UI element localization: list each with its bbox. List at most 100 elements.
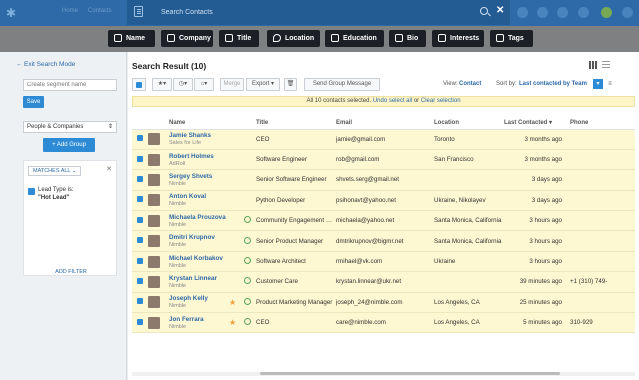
chip-education[interactable]: Education [325, 30, 384, 47]
contact-company[interactable]: Nimble [169, 324, 229, 330]
reminder-cell[interactable] [244, 230, 256, 252]
clock-icon[interactable] [244, 297, 251, 305]
avatar[interactable] [148, 235, 160, 248]
contact-name-link[interactable]: Jon Ferrara [169, 316, 229, 323]
contact-name-link[interactable]: Robert Holmes [169, 153, 229, 160]
sort-select[interactable]: Last contacted by Team [519, 81, 587, 87]
row-checkbox[interactable] [137, 298, 143, 305]
clock-icon[interactable] [244, 236, 251, 244]
entity-type-select[interactable]: People & Companies ⇕ [23, 121, 117, 133]
avatar[interactable] [148, 133, 160, 146]
avatar[interactable] [148, 214, 160, 227]
contact-name-link[interactable]: Sergey Shvets [169, 173, 229, 180]
chip-company[interactable]: Company [161, 30, 213, 47]
add-filter-link[interactable]: ADD FILTER [24, 269, 118, 275]
contact-company[interactable]: Nimble [169, 242, 229, 248]
user-avatar[interactable] [601, 7, 612, 18]
select-all-checkbox[interactable] [132, 78, 146, 91]
email-cell[interactable]: rmihael@vk.com [336, 251, 434, 273]
chip-tags[interactable]: Tags [490, 30, 533, 47]
email-cell[interactable]: care@nimble.com [336, 312, 434, 334]
reminder-dropdown[interactable]: ◷▾ [173, 78, 193, 91]
phone-cell[interactable] [570, 169, 635, 191]
column-last-contacted[interactable]: Last Contacted ▾ [504, 117, 570, 130]
star-cell[interactable] [229, 129, 244, 150]
table-row[interactable]: Jamie Shanks Sales for Life CEO jamie@gmail… [132, 129, 635, 150]
row-checkbox-cell[interactable] [132, 149, 148, 171]
phone-cell[interactable] [570, 210, 635, 232]
table-row[interactable]: Robert Holmes AdRoll Software Engineer rob@… [132, 149, 635, 171]
contact-name-link[interactable]: Anton Koval [169, 193, 229, 200]
email-cell[interactable]: jamie@gmail.com [336, 129, 434, 150]
phone-cell[interactable] [570, 230, 635, 252]
star-cell[interactable]: ★ [229, 292, 244, 314]
star-cell[interactable] [229, 210, 244, 232]
contact-company[interactable]: Nimble [169, 263, 229, 269]
row-checkbox-cell[interactable] [132, 312, 148, 334]
star-cell[interactable]: ★ [229, 312, 244, 334]
horizontal-scrollbar[interactable] [132, 372, 635, 376]
reminder-cell[interactable] [244, 149, 256, 171]
row-checkbox[interactable] [137, 318, 143, 325]
row-checkbox-cell[interactable] [132, 251, 148, 273]
close-search-icon[interactable]: ✕ [496, 5, 504, 16]
merge-button[interactable]: Merge [220, 78, 244, 91]
row-checkbox[interactable] [137, 196, 143, 203]
avatar[interactable] [148, 316, 160, 329]
star-cell[interactable] [229, 190, 244, 212]
table-row[interactable]: Michaela Prouzova Nimble Community Engagem… [132, 210, 635, 232]
column-name[interactable]: Name [169, 117, 229, 130]
contact-name-link[interactable]: Joseph Kelly [169, 295, 229, 302]
nav-contacts-faded[interactable]: Contacts [88, 8, 112, 14]
chip-location[interactable]: Location [267, 30, 320, 47]
row-checkbox-cell[interactable] [132, 271, 148, 293]
contact-name-link[interactable]: Dmitri Krupnov [169, 234, 229, 241]
row-checkbox-cell[interactable] [132, 169, 148, 191]
row-checkbox-cell[interactable] [132, 129, 148, 150]
clock-icon[interactable] [244, 257, 251, 265]
avatar[interactable] [148, 153, 160, 166]
notification-icon[interactable] [517, 7, 528, 18]
clear-selection-link[interactable]: Clear selection [421, 98, 461, 104]
contact-name-link[interactable]: Jamie Shanks [169, 132, 229, 139]
chip-bio[interactable]: Bio [389, 30, 426, 47]
exit-search-link[interactable]: ← Exit Search Mode [16, 61, 75, 68]
table-row[interactable]: Krystan Linnear Nimble Customer Care krysta… [132, 271, 635, 293]
contact-company[interactable]: AdRoll [169, 161, 229, 167]
segment-name-input[interactable] [23, 79, 117, 91]
row-checkbox[interactable] [137, 155, 143, 162]
tag-dropdown[interactable]: ⌂▾ [194, 78, 214, 91]
activity-icon[interactable] [537, 7, 548, 18]
search-icon[interactable] [480, 7, 488, 15]
matches-dropdown[interactable]: MATCHES ALL ⌄ [28, 166, 82, 176]
view-select[interactable]: Contact [459, 81, 481, 87]
table-row[interactable]: Jon Ferrara Nimble ★ CEO care@nimble.com Los … [132, 312, 635, 334]
email-cell[interactable]: psihonavt@yahoo.net [336, 190, 434, 212]
chip-interests[interactable]: Interests [432, 30, 484, 47]
contact-company[interactable]: Nimble [169, 283, 229, 289]
avatar[interactable] [148, 296, 160, 309]
reminder-cell[interactable] [244, 292, 256, 314]
reminder-cell[interactable] [244, 271, 256, 293]
row-checkbox-cell[interactable] [132, 292, 148, 314]
column-phone[interactable]: Phone [570, 117, 635, 130]
email-cell[interactable]: dmtrikrupnov@bigmr.net [336, 230, 434, 252]
export-dropdown[interactable]: Export ▾ [246, 78, 280, 91]
contact-name-link[interactable]: Krystan Linnear [169, 275, 229, 282]
email-cell[interactable]: krystan.linnear@ukr.net [336, 271, 434, 293]
row-checkbox[interactable] [137, 135, 143, 142]
contact-company[interactable]: Nimble [169, 181, 229, 187]
row-checkbox[interactable] [137, 237, 143, 244]
avatar[interactable] [148, 255, 160, 268]
search-input[interactable] [161, 6, 461, 19]
menu-icon[interactable] [622, 7, 633, 18]
column-title[interactable]: Title [256, 117, 336, 130]
row-checkbox-cell[interactable] [132, 230, 148, 252]
contact-name-link[interactable]: Michael Korbakov [169, 255, 229, 262]
star-icon[interactable]: ★ [229, 298, 236, 307]
phone-cell[interactable] [570, 190, 635, 212]
chip-title[interactable]: Title [219, 30, 259, 47]
help-icon[interactable] [578, 7, 589, 18]
avatar[interactable] [148, 275, 160, 288]
contact-company[interactable]: Nimble [169, 222, 229, 228]
